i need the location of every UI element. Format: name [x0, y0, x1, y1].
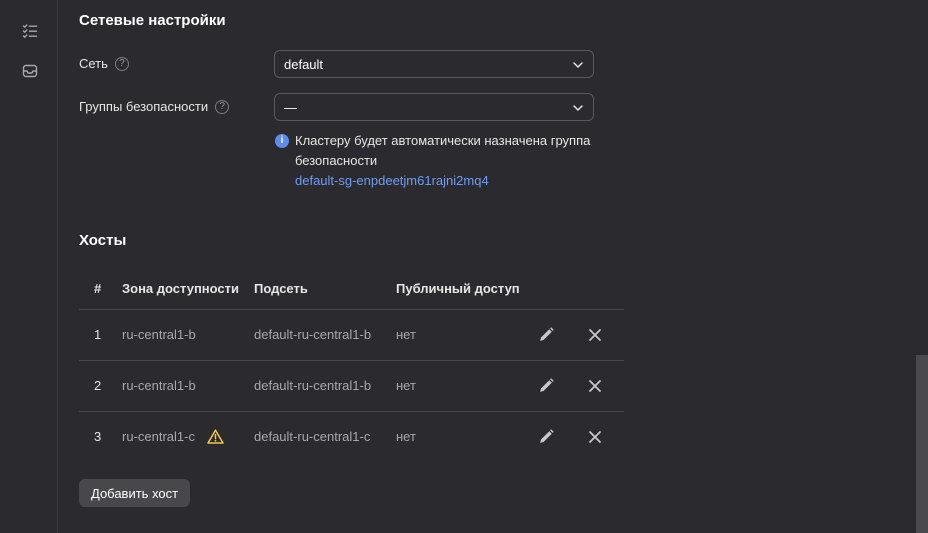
row-number: 2: [94, 378, 102, 393]
warning-icon[interactable]: [206, 429, 224, 444]
network-section-title: Сетевые настройки: [79, 12, 226, 29]
row-subnet: default-ru-central1-c: [254, 429, 371, 444]
security-group-link[interactable]: default-sg-enpdeetjm61rajni2mq4: [295, 173, 489, 188]
scrollbar[interactable]: [916, 0, 928, 533]
help-icon[interactable]: ?: [215, 99, 230, 114]
security-groups-label: Группы безопасности ?: [79, 99, 230, 114]
row-subnet: default-ru-central1-b: [254, 327, 372, 342]
hosts-section-title: Хосты: [79, 232, 127, 249]
column-header-public: Публичный доступ: [396, 281, 520, 296]
network-select-value: default: [284, 56, 324, 72]
info-text-block: Кластеру будет автоматически назначена г…: [295, 131, 615, 191]
row-number: 1: [94, 327, 102, 342]
table-header: # Зона доступности Подсеть Публичный дос…: [79, 268, 624, 310]
row-number: 3: [94, 429, 102, 444]
left-rail: [0, 0, 58, 533]
help-icon[interactable]: ?: [114, 56, 129, 71]
info-icon: i: [275, 134, 289, 148]
close-icon[interactable]: [587, 429, 603, 445]
network-label-text: Сеть: [79, 56, 108, 71]
close-icon[interactable]: [587, 327, 603, 343]
info-text: Кластеру будет автоматически назначена г…: [295, 133, 591, 168]
table-row: 1 ru-central1-b default-ru-central1-b не…: [79, 310, 624, 361]
chevron-down-icon: [573, 62, 583, 68]
network-select[interactable]: default: [274, 50, 594, 78]
inbox-icon[interactable]: [21, 62, 39, 80]
row-public-access: нет: [396, 327, 416, 342]
chevron-down-icon: [573, 105, 583, 111]
row-subnet: default-ru-central1-b: [254, 378, 372, 393]
app-window: Сетевые настройки Сеть ? default Группы …: [0, 0, 928, 533]
column-header-zone: Зона доступности: [122, 281, 240, 296]
table-row: 2 ru-central1-b default-ru-central1-b не…: [79, 361, 624, 412]
pencil-icon[interactable]: [538, 326, 555, 343]
row-zone-cell: ru-central1-c: [122, 429, 224, 444]
row-public-access: нет: [396, 378, 416, 393]
pencil-icon[interactable]: [538, 377, 555, 394]
security-groups-select[interactable]: —: [274, 93, 594, 121]
security-groups-select-value: —: [284, 99, 297, 115]
row-zone: ru-central1-c: [122, 429, 195, 444]
row-zone: ru-central1-b: [122, 327, 196, 342]
row-public-access: нет: [396, 429, 416, 444]
row-zone: ru-central1-b: [122, 378, 196, 393]
column-header-num: #: [94, 281, 102, 296]
close-icon[interactable]: [587, 378, 603, 394]
add-host-button[interactable]: Добавить хост: [79, 479, 191, 507]
checklist-icon[interactable]: [21, 22, 39, 40]
column-header-subnet: Подсеть: [254, 281, 308, 296]
network-label: Сеть ?: [79, 56, 129, 71]
pencil-icon[interactable]: [538, 428, 555, 445]
main-content: Сетевые настройки Сеть ? default Группы …: [59, 0, 916, 533]
security-groups-label-text: Группы безопасности: [79, 99, 209, 114]
hosts-table: # Зона доступности Подсеть Публичный дос…: [79, 268, 624, 462]
scrollbar-thumb[interactable]: [916, 355, 928, 533]
table-row: 3 ru-central1-c default-ru-central1-c не…: [79, 412, 624, 462]
